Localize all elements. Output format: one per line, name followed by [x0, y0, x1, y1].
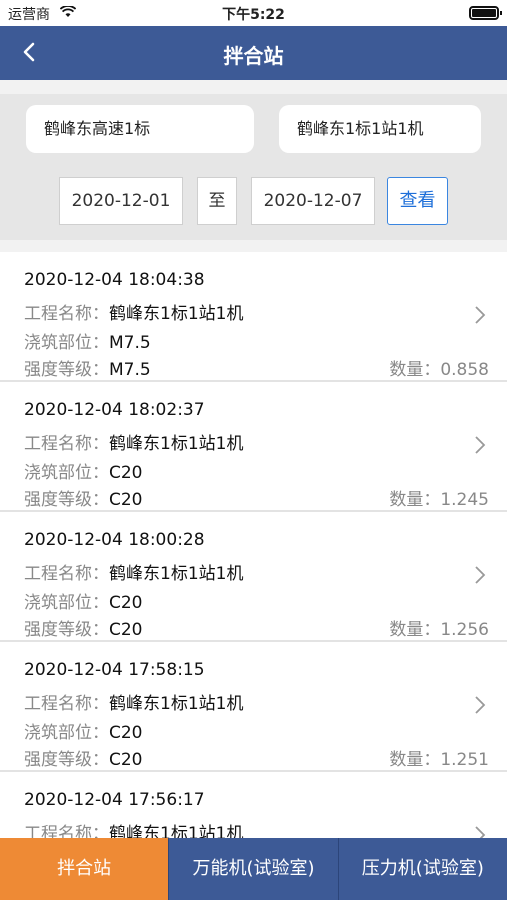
battery-icon — [469, 6, 502, 20]
record-project-line: 工程名称：鹤峰东1标1站1机 — [24, 299, 243, 324]
record-time: 2020-12-04 18:04:38 — [24, 270, 205, 290]
chevron-right-icon — [475, 826, 486, 838]
end-date-field[interactable]: 2020-12-07 — [251, 177, 375, 225]
strength-grade-value: C20 — [109, 620, 143, 640]
bottom-tab-bar: 拌合站 万能机(试验室) 压力机(试验室) — [0, 838, 507, 900]
strength-grade-label: 强度等级： — [24, 750, 109, 770]
project-name-value: 鹤峰东1标1站1机 — [109, 564, 244, 584]
record-item[interactable]: 2020-12-04 18:04:38 工程名称：鹤峰东1标1站1机 浇筑部位：… — [0, 252, 507, 382]
record-item[interactable]: 2020-12-04 17:58:15 工程名称：鹤峰东1标1站1机 浇筑部位：… — [0, 642, 507, 772]
record-quantity: 数量：1.256 — [389, 615, 489, 640]
view-button[interactable]: 查看 — [387, 177, 448, 225]
pour-part-value: C20 — [109, 463, 143, 483]
tab-mixing-station[interactable]: 拌合站 — [0, 838, 169, 900]
record-project-line: 工程名称：鹤峰东1标1站1机 — [24, 559, 243, 584]
pour-part-value: C20 — [109, 593, 143, 613]
pour-part-value: M7.5 — [109, 333, 151, 353]
record-time: 2020-12-04 18:00:28 — [24, 530, 205, 550]
strength-grade-value: C20 — [109, 490, 143, 510]
record-time: 2020-12-04 17:58:15 — [24, 660, 205, 680]
chevron-right-icon — [475, 306, 486, 324]
pour-part-label: 浇筑部位： — [24, 723, 109, 743]
record-part-line: 浇筑部位：C20 — [24, 588, 143, 613]
tab-press-machine[interactable]: 压力机(试验室) — [337, 838, 507, 900]
quantity-label: 数量： — [389, 360, 441, 380]
pour-part-value: C20 — [109, 723, 143, 743]
project-name-label: 工程名称： — [24, 824, 109, 838]
pour-part-label: 浇筑部位： — [24, 333, 109, 353]
quantity-label: 数量： — [389, 490, 441, 510]
chevron-right-icon — [475, 436, 486, 454]
record-grade-line: 强度等级：M7.5 — [24, 355, 151, 380]
record-project-line: 工程名称：鹤峰东1标1站1机 — [24, 429, 243, 454]
record-grade-line: 强度等级：C20 — [24, 485, 143, 510]
record-part-line: 浇筑部位：M7.5 — [24, 328, 151, 353]
record-grade-line: 强度等级：C20 — [24, 745, 143, 770]
nav-bar: 拌合站 — [0, 26, 507, 80]
status-bar: 运营商 下午5:22 — [0, 0, 507, 26]
strength-grade-label: 强度等级： — [24, 360, 109, 380]
record-quantity: 数量：1.245 — [389, 485, 489, 510]
record-part-line: 浇筑部位：C20 — [24, 718, 143, 743]
date-range-separator: 至 — [197, 177, 237, 225]
station-selector[interactable]: 鹤峰东1标1站1机 — [279, 105, 481, 153]
pour-part-label: 浇筑部位： — [24, 463, 109, 483]
record-part-line: 浇筑部位：C20 — [24, 458, 143, 483]
strength-grade-label: 强度等级： — [24, 620, 109, 640]
record-list[interactable]: 2020-12-04 18:04:38 工程名称：鹤峰东1标1站1机 浇筑部位：… — [0, 252, 507, 838]
chevron-right-icon — [475, 566, 486, 584]
record-project-line: 工程名称：鹤峰东1标1站1机 — [24, 819, 243, 838]
project-name-label: 工程名称： — [24, 304, 109, 324]
quantity-value: 1.245 — [440, 490, 489, 510]
clock: 下午5:22 — [222, 7, 285, 23]
strength-grade-value: C20 — [109, 750, 143, 770]
project-name-label: 工程名称： — [24, 694, 109, 714]
record-quantity: 数量：1.251 — [389, 745, 489, 770]
start-date-field[interactable]: 2020-12-01 — [59, 177, 183, 225]
project-name-label: 工程名称： — [24, 564, 109, 584]
project-name-value: 鹤峰东1标1站1机 — [109, 694, 244, 714]
quantity-label: 数量： — [389, 620, 441, 640]
strength-grade-label: 强度等级： — [24, 490, 109, 510]
project-name-value: 鹤峰东1标1站1机 — [109, 824, 244, 838]
record-time: 2020-12-04 17:56:17 — [24, 790, 205, 810]
page-title: 拌合站 — [223, 44, 284, 68]
record-grade-line: 强度等级：C20 — [24, 615, 143, 640]
record-item[interactable]: 2020-12-04 18:00:28 工程名称：鹤峰东1标1站1机 浇筑部位：… — [0, 512, 507, 642]
quantity-value: 0.858 — [440, 360, 489, 380]
record-item[interactable]: 2020-12-04 17:56:17 工程名称：鹤峰东1标1站1机 — [0, 772, 507, 838]
project-name-value: 鹤峰东1标1站1机 — [109, 304, 244, 324]
strength-grade-value: M7.5 — [109, 360, 151, 380]
quantity-label: 数量： — [389, 750, 441, 770]
project-selector[interactable]: 鹤峰东高速1标 — [26, 105, 254, 153]
project-name-value: 鹤峰东1标1站1机 — [109, 434, 244, 454]
record-time: 2020-12-04 18:02:37 — [24, 400, 205, 420]
project-name-label: 工程名称： — [24, 434, 109, 454]
quantity-value: 1.256 — [440, 620, 489, 640]
pour-part-label: 浇筑部位： — [24, 593, 109, 613]
chevron-right-icon — [475, 696, 486, 714]
quantity-value: 1.251 — [440, 750, 489, 770]
record-project-line: 工程名称：鹤峰东1标1站1机 — [24, 689, 243, 714]
filter-panel: 鹤峰东高速1标 鹤峰东1标1站1机 2020-12-01 至 2020-12-0… — [0, 94, 507, 240]
record-item[interactable]: 2020-12-04 18:02:37 工程名称：鹤峰东1标1站1机 浇筑部位：… — [0, 382, 507, 512]
tab-universal-machine[interactable]: 万能机(试验室) — [168, 838, 337, 900]
record-quantity: 数量：0.858 — [389, 355, 489, 380]
